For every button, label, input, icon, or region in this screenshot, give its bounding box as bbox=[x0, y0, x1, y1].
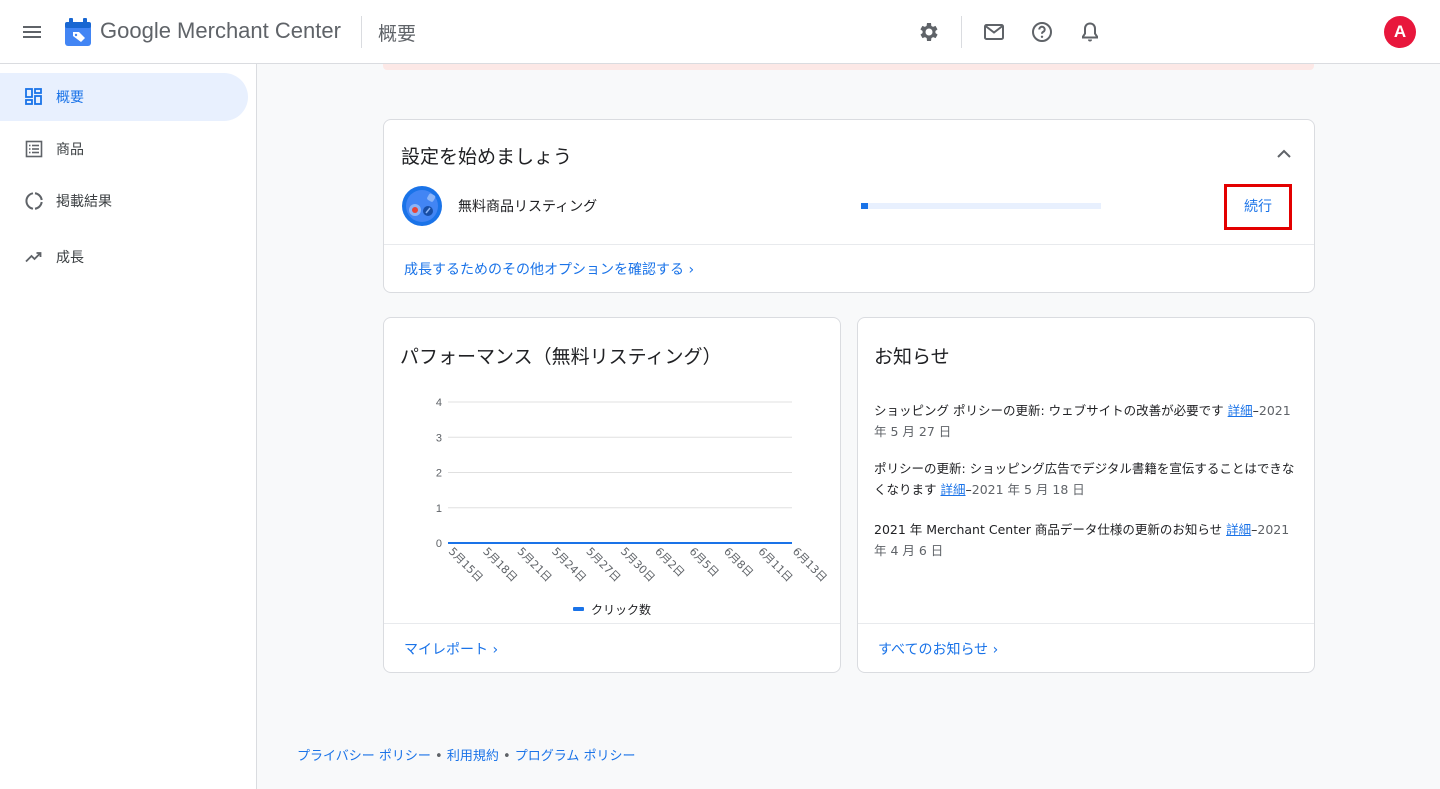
sidebar-item-label: 概要 bbox=[56, 90, 84, 106]
merchant-center-logo-icon bbox=[65, 18, 91, 46]
terms-link[interactable]: 利用規約 bbox=[447, 749, 499, 764]
setup-card: 設定を始めましょう 無料商品リスティング 続行 成長するためのその他オプションを… bbox=[383, 119, 1315, 293]
footer-separator: • bbox=[430, 749, 447, 764]
chart-x-tick-label: 6月13日 bbox=[790, 545, 830, 585]
sidebar-item-overview[interactable]: 概要 bbox=[0, 73, 248, 121]
announcement-details-link[interactable]: 詳細 bbox=[1226, 522, 1251, 537]
continue-button[interactable]: 続行 bbox=[1224, 184, 1292, 230]
all-announcements-link[interactable]: すべてのお知らせ › bbox=[878, 639, 998, 659]
footer-links: プライバシー ポリシー • 利用規約 • プログラム ポリシー bbox=[297, 745, 636, 764]
chart-y-tick-label: 2 bbox=[436, 468, 442, 480]
settings-icon[interactable] bbox=[917, 20, 941, 44]
my-report-link-label: マイレポート bbox=[404, 642, 488, 658]
page-title: 概要 bbox=[378, 23, 417, 45]
announcement-text: ショッピング ポリシーの更新: ウェブサイトの改善が必要です bbox=[874, 403, 1228, 418]
performance-card-title: パフォーマンス（無料リスティング） bbox=[400, 346, 722, 368]
chart-x-tick-label: 6月11日 bbox=[755, 545, 795, 585]
setup-card-title: 設定を始めましょう bbox=[401, 146, 573, 168]
mail-icon[interactable] bbox=[982, 20, 1006, 44]
menu-icon[interactable] bbox=[20, 20, 44, 44]
free-listings-icon bbox=[402, 186, 442, 226]
app-brand-name: Google Merchant Center bbox=[100, 18, 341, 43]
dashboard-icon bbox=[25, 88, 42, 105]
chart-x-tick-label: 5月30日 bbox=[618, 545, 658, 585]
privacy-policy-link[interactable]: プライバシー ポリシー bbox=[297, 749, 431, 764]
trending-up-icon bbox=[25, 252, 42, 263]
account-avatar[interactable]: A bbox=[1384, 16, 1416, 48]
chart-y-tick-label: 4 bbox=[436, 397, 442, 409]
chart-legend-label: クリック数 bbox=[591, 602, 651, 617]
chart-x-tick-label: 5月24日 bbox=[549, 545, 589, 585]
donut-icon bbox=[25, 192, 43, 210]
chart-x-tick-label: 6月8日 bbox=[721, 545, 756, 580]
setup-progress-bar bbox=[861, 203, 1101, 209]
my-report-link[interactable]: マイレポート › bbox=[404, 639, 498, 659]
top-app-bar: Google Merchant Center 概要 A bbox=[0, 0, 1440, 64]
chevron-up-icon[interactable] bbox=[1272, 142, 1296, 166]
divider bbox=[384, 623, 840, 624]
chevron-right-icon: › bbox=[688, 262, 695, 278]
divider bbox=[858, 623, 1314, 624]
listing-label: 無料商品リスティング bbox=[458, 199, 598, 215]
chart-x-tick-label: 5月18日 bbox=[480, 545, 520, 585]
chart-x-tick-label: 5月21日 bbox=[515, 545, 555, 585]
clicks-line-chart: 012345月15日5月18日5月21日5月24日5月27日5月30日6月2日 6… bbox=[436, 397, 830, 617]
header-separator bbox=[961, 16, 962, 48]
chart-legend-swatch bbox=[573, 607, 584, 611]
program-policy-link[interactable]: プログラム ポリシー bbox=[515, 749, 636, 764]
announcement-item: ショッピング ポリシーの更新: ウェブサイトの改善が必要です 詳細–2021 年… bbox=[874, 403, 1291, 439]
setup-progress-fill bbox=[861, 203, 869, 209]
sidebar-item-label: 成長 bbox=[56, 250, 84, 266]
sidebar-item-label: 掲載結果 bbox=[56, 194, 112, 210]
sidebar-item-products[interactable]: 商品 bbox=[0, 125, 248, 173]
performance-card: パフォーマンス（無料リスティング） 0 1 2 3 4 5月15日 5月18日 5月21日 5月… bbox=[383, 317, 841, 673]
chart-y-tick-label: 0 bbox=[436, 538, 442, 550]
chart-x-tick-label: 5月15日 bbox=[446, 545, 486, 585]
header-divider bbox=[361, 16, 362, 48]
chevron-right-icon: › bbox=[492, 642, 499, 658]
announcements-card-title: お知らせ bbox=[874, 346, 950, 368]
more-options-link[interactable]: 成長するためのその他オプションを確認する › bbox=[404, 259, 694, 279]
announcement-details-link[interactable]: 詳細 bbox=[940, 482, 965, 497]
sidebar: 概要 商品 掲載結果 成長 bbox=[0, 64, 257, 789]
more-options-link-label: 成長するためのその他オプションを確認する bbox=[404, 262, 684, 278]
chart-x-tick-label: 6月5日 bbox=[687, 545, 722, 580]
announcement-item: 2021 年 Merchant Center 商品データ仕様の更新のお知らせ 詳… bbox=[874, 522, 1290, 558]
chevron-right-icon: › bbox=[992, 642, 999, 658]
chart-y-tick-label: 1 bbox=[436, 503, 442, 515]
list-icon bbox=[25, 140, 43, 158]
sidebar-item-performance[interactable]: 掲載結果 bbox=[0, 177, 248, 225]
notifications-icon[interactable] bbox=[1078, 20, 1102, 44]
chart-y-tick-label: 3 bbox=[436, 432, 442, 444]
alert-banner-edge bbox=[383, 64, 1314, 70]
divider bbox=[384, 244, 1314, 245]
announcement-date: 2021 年 5 月 18 日 bbox=[971, 482, 1085, 497]
all-announcements-link-label: すべてのお知らせ bbox=[878, 642, 989, 658]
announcement-details-link[interactable]: 詳細 bbox=[1228, 403, 1253, 418]
sidebar-item-label: 商品 bbox=[56, 142, 84, 158]
sidebar-item-growth[interactable]: 成長 bbox=[0, 233, 248, 281]
help-icon[interactable] bbox=[1030, 20, 1054, 44]
announcement-text: 2021 年 Merchant Center 商品データ仕様の更新のお知らせ bbox=[874, 522, 1227, 537]
chart-x-tick-label: 5月27日 bbox=[583, 545, 623, 585]
footer-separator: • bbox=[498, 749, 515, 764]
announcement-item: ポリシーの更新: ショッピング広告でデジタル書籍を宣伝することはできなくなります… bbox=[874, 461, 1295, 497]
announcements-card: お知らせ ショッピング ポリシーの更新: ウェブサイトの改善が必要です 詳細–2… bbox=[857, 317, 1315, 673]
